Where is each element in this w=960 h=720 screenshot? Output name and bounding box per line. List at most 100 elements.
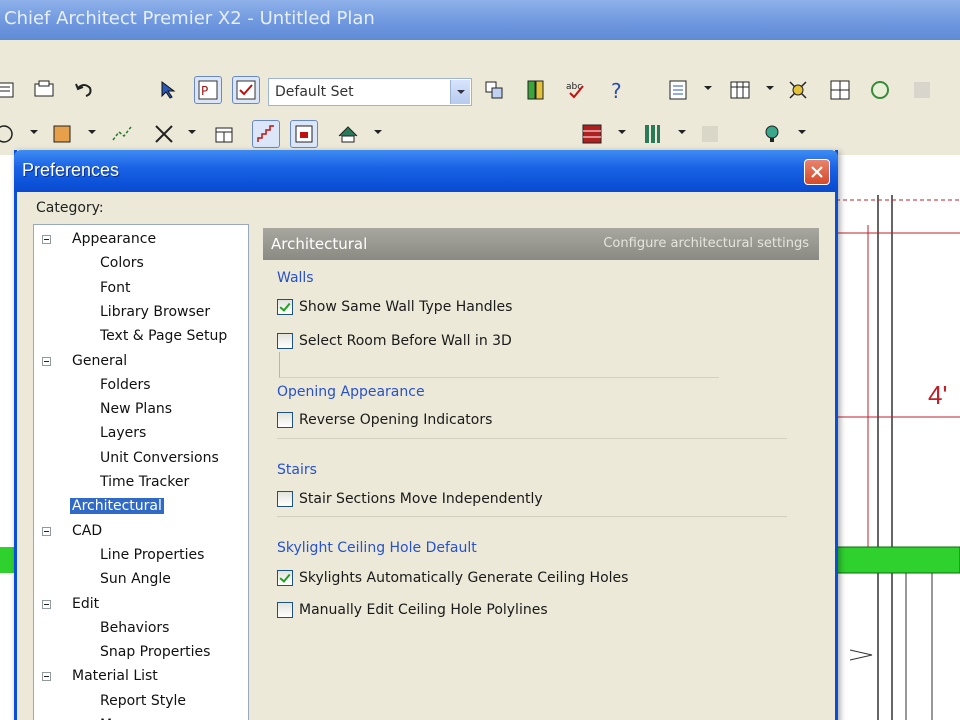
check-icon[interactable]	[232, 76, 260, 104]
select-objects-icon[interactable]	[154, 76, 182, 104]
tree-item-messages[interactable]: Messages	[98, 714, 171, 720]
help-icon[interactable]: ?	[604, 76, 632, 104]
chevron-down-icon[interactable]	[704, 86, 712, 90]
option-label: Reverse Opening Indicators	[299, 412, 493, 428]
select-room-before-wall-checkbox[interactable]	[277, 333, 293, 349]
tree-item-colors[interactable]: Colors	[98, 252, 146, 274]
chevron-down-icon[interactable]	[188, 130, 196, 134]
tree-item-label: Folders	[100, 376, 151, 393]
tree-item-snap-properties[interactable]: Snap Properties	[98, 641, 212, 663]
dialog-title: Preferences	[22, 160, 120, 180]
tree-item-behaviors[interactable]: Behaviors	[98, 617, 171, 639]
spell-check-icon[interactable]: abc	[562, 76, 590, 104]
layers-icon[interactable]	[480, 76, 508, 104]
light-icon[interactable]	[758, 120, 786, 148]
tree-item-appearance[interactable]: Appearance	[42, 228, 158, 250]
table-icon[interactable]	[726, 76, 754, 104]
undo-icon[interactable]	[70, 76, 98, 104]
document-icon[interactable]	[664, 76, 692, 104]
delete-icon[interactable]	[150, 120, 178, 148]
tree-item-cad[interactable]: CAD	[42, 520, 104, 542]
tree-item-label: Time Tracker	[100, 474, 190, 490]
toolbar-row-1: P Default Set abc ?	[0, 72, 960, 112]
tree-item-label: Font	[100, 279, 131, 296]
chevron-down-icon[interactable]	[450, 80, 470, 104]
tree-item-new-plans[interactable]: New Plans	[98, 398, 174, 420]
stair-sections-move-independently-option[interactable]: Stair Sections Move Independently	[277, 488, 543, 510]
panel-header-subtitle: Configure architectural settings	[603, 236, 809, 251]
tree-item-label: Library Browser	[100, 303, 211, 320]
tree-item-text-page-setup[interactable]: Text & Page Setup	[98, 325, 229, 347]
stair-sections-move-independently-checkbox[interactable]	[277, 491, 293, 507]
manually-edit-ceiling-hole-option[interactable]: Manually Edit Ceiling Hole Polylines	[277, 599, 548, 621]
tree-item-label: Snap Properties	[100, 644, 211, 661]
skylights-generate-ceiling-holes-option[interactable]: Skylights Automatically Generate Ceiling…	[277, 567, 628, 589]
tree-item-library-browser[interactable]: Library Browser	[98, 301, 212, 323]
refresh-icon[interactable]	[866, 76, 894, 104]
library-icon[interactable]	[522, 76, 550, 104]
tree-item-folders[interactable]: Folders	[98, 374, 153, 396]
chevron-down-icon[interactable]	[88, 130, 96, 134]
plan-view-icon[interactable]: P	[194, 76, 222, 104]
tree-item-general[interactable]: General	[42, 350, 129, 372]
tree-item-unit-conversions[interactable]: Unit Conversions	[98, 447, 221, 469]
stair-icon[interactable]	[252, 120, 280, 148]
toolbar-area: P Default Set abc ?	[0, 40, 960, 155]
collapse-icon[interactable]	[42, 672, 51, 682]
manually-edit-ceiling-hole-checkbox[interactable]	[277, 602, 293, 618]
camera-icon[interactable]	[784, 76, 812, 104]
tree-item-label: Line Properties	[100, 546, 205, 563]
collapse-icon[interactable]	[42, 235, 51, 244]
tree-item-architectural[interactable]: Architectural	[70, 495, 164, 517]
tree-item-edit[interactable]: Edit	[42, 593, 101, 615]
preferences-dialog: Preferences Category: Appearance Colors Fo…	[14, 150, 838, 720]
collapse-icon[interactable]	[42, 526, 51, 536]
tree-item-label: Text & Page Setup	[100, 328, 228, 345]
elevation-icon[interactable]	[290, 120, 318, 148]
cabinet-icon[interactable]	[210, 120, 238, 148]
collapse-icon[interactable]	[42, 599, 51, 609]
chevron-down-icon[interactable]	[30, 130, 38, 134]
option-label: Show Same Wall Type Handles	[299, 299, 513, 315]
tree-item-label: Edit	[72, 595, 100, 612]
svg-text:P: P	[201, 84, 208, 98]
tree-item-line-properties[interactable]: Line Properties	[98, 544, 206, 566]
close-button[interactable]	[804, 159, 830, 185]
tree-item-label: Material List	[72, 668, 158, 685]
circle-icon[interactable]	[0, 120, 18, 148]
chevron-down-icon[interactable]	[678, 130, 686, 134]
polyline-icon[interactable]	[108, 120, 136, 148]
reverse-opening-indicators-option[interactable]: Reverse Opening Indicators	[277, 409, 492, 431]
chevron-down-icon[interactable]	[374, 130, 382, 134]
dialog-titlebar[interactable]: Preferences	[14, 150, 838, 192]
roof-icon[interactable]	[334, 120, 362, 148]
tree-item-time-tracker[interactable]: Time Tracker	[98, 471, 191, 493]
skylights-generate-ceiling-holes-checkbox[interactable]	[277, 570, 293, 586]
chevron-down-icon[interactable]	[798, 130, 806, 134]
reverse-opening-indicators-checkbox[interactable]	[277, 412, 293, 428]
disabled-tool-icon	[696, 120, 724, 148]
column-icon[interactable]	[638, 120, 666, 148]
chevron-down-icon[interactable]	[618, 130, 626, 134]
chevron-down-icon[interactable]	[766, 86, 774, 90]
collapse-icon[interactable]	[42, 356, 51, 366]
print-icon[interactable]	[30, 76, 58, 104]
tree-item-material-list[interactable]: Material List	[42, 665, 160, 687]
tree-item-font[interactable]: Font	[98, 277, 132, 299]
panel-header: Architectural Configure architectural se…	[263, 228, 819, 260]
tree-item-sun-angle[interactable]: Sun Angle	[98, 568, 173, 590]
category-tree[interactable]: Appearance Colors Font Library Browser Text …	[33, 224, 249, 720]
show-same-wall-type-handles-checkbox[interactable]	[277, 299, 293, 315]
tree-item-report-style[interactable]: Report Style	[98, 690, 188, 712]
tree-item-layers[interactable]: Layers	[98, 422, 148, 444]
tree-item-label: Report Style	[100, 692, 187, 709]
grid-icon[interactable]	[826, 76, 854, 104]
open-icon[interactable]	[0, 76, 20, 104]
select-room-before-wall-option[interactable]: Select Room Before Wall in 3D	[277, 330, 512, 352]
shelf-icon[interactable]	[578, 120, 606, 148]
default-set-select[interactable]: Default Set	[268, 78, 472, 106]
room-icon[interactable]	[48, 120, 76, 148]
skylight-group-title: Skylight Ceiling Hole Default	[277, 540, 477, 556]
close-icon	[811, 166, 823, 178]
show-same-wall-type-handles-option[interactable]: Show Same Wall Type Handles	[277, 296, 512, 318]
